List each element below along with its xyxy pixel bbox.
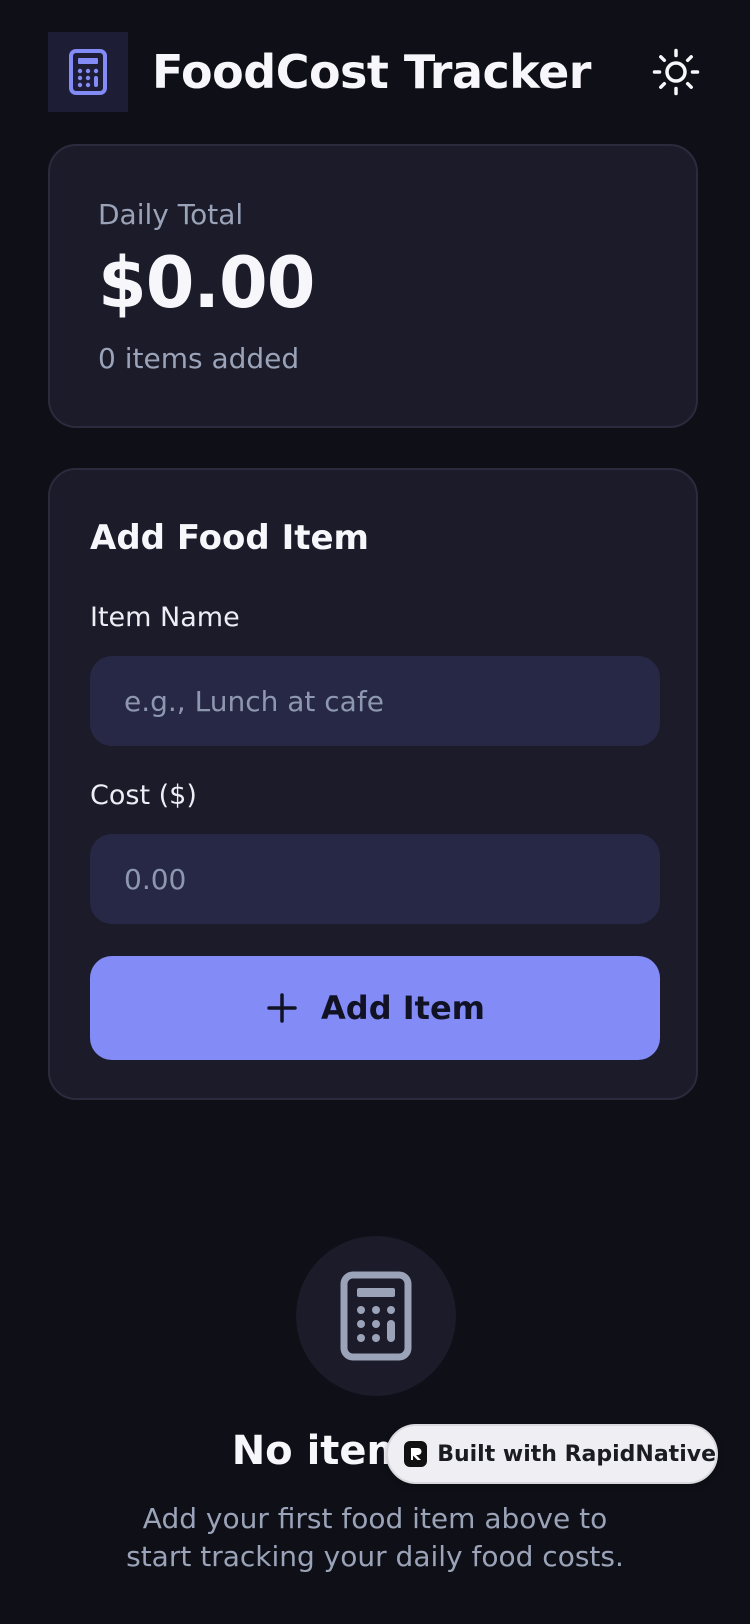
rapidnative-logo-icon — [404, 1441, 428, 1467]
add-item-button[interactable]: Add Item — [90, 956, 660, 1060]
empty-state-icon-container — [296, 1236, 456, 1396]
daily-total-card: Daily Total $0.00 0 items added — [48, 144, 698, 428]
add-food-item-card: Add Food Item Item Name Cost ($) Add Ite… — [48, 468, 698, 1100]
form-title: Add Food Item — [90, 518, 369, 558]
daily-total-value: $0.00 — [98, 242, 315, 324]
calculator-icon — [340, 1271, 412, 1361]
brand: FoodCost Tracker — [48, 32, 592, 112]
cost-label: Cost ($) — [90, 780, 197, 811]
items-count: 0 items added — [98, 342, 300, 375]
built-with-rapidnative-badge[interactable]: Built with RapidNative — [386, 1424, 718, 1484]
app-logo — [48, 32, 128, 112]
item-name-label: Item Name — [90, 602, 240, 633]
cost-input[interactable] — [90, 834, 660, 924]
app-title: FoodCost Tracker — [152, 45, 592, 99]
daily-total-label: Daily Total — [98, 198, 244, 231]
empty-state-subtitle: Add your first food item above to start … — [126, 1502, 624, 1573]
theme-toggle-button[interactable] — [650, 46, 702, 98]
app-header: FoodCost Tracker — [48, 32, 700, 112]
built-with-label: Built with RapidNative — [437, 1441, 716, 1467]
add-item-label: Add Item — [321, 989, 485, 1027]
sun-icon — [652, 48, 700, 96]
plus-icon — [265, 991, 299, 1025]
item-name-input[interactable] — [90, 656, 660, 746]
calculator-icon — [69, 49, 107, 95]
